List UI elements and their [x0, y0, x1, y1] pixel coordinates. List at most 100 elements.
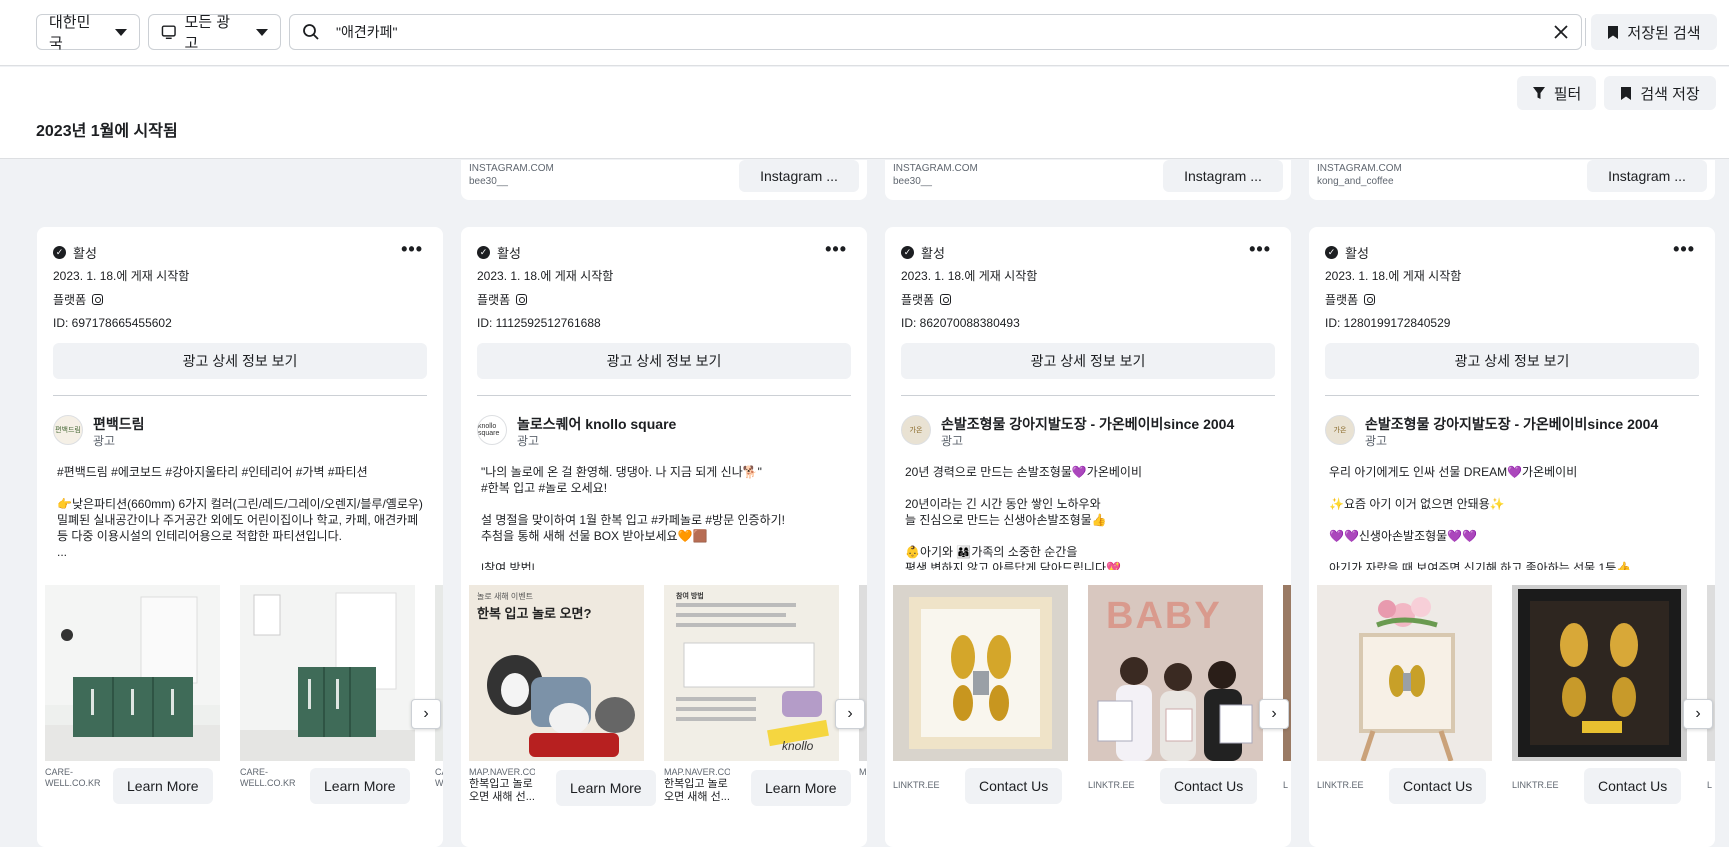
start-date: 2023. 1. 18.에 게재 시작함 — [1325, 269, 1462, 283]
ad-image[interactable] — [893, 585, 1068, 761]
filter-button[interactable]: 필터 — [1517, 76, 1596, 110]
contact-us-button[interactable]: Contact Us — [1160, 768, 1258, 804]
ad-body-text: #편백드림 #에코보드 #강아지울타리 #인테리어 #가벽 #파티션 👉낮은파티… — [57, 465, 423, 559]
saved-searches-label: 저장된 검색 — [1627, 24, 1701, 42]
advertiser-name[interactable]: 손발조형물 강아지발도장 - 가온베이비since 2004 — [1365, 415, 1658, 433]
instagram-icon — [940, 294, 952, 305]
status-label: 활성 — [921, 246, 945, 261]
ad-card: ✓ 활성 ••• 2023. 1. 18.에 게재 시작함 플랫폼 ID: 111… — [461, 227, 867, 847]
chevron-right-icon[interactable]: › — [411, 699, 441, 729]
ad-image[interactable] — [1283, 585, 1291, 761]
prev-card-footer: INSTAGRAM.COM bee30__ Instagram ... — [885, 160, 1291, 200]
link-domain: CARE-WELL.CO.KR — [45, 767, 101, 788]
ad-image[interactable] — [1512, 585, 1687, 761]
link-domain: LINKTR.EE — [1088, 780, 1135, 790]
sponsored-label: 광고 — [941, 434, 964, 448]
divider — [1325, 395, 1699, 396]
instagram-icon — [92, 294, 104, 305]
learn-more-button[interactable]: Learn More — [751, 770, 851, 806]
bookmark-icon — [1621, 86, 1632, 100]
avatar[interactable]: 가온 — [901, 415, 931, 445]
status-label: 활성 — [73, 246, 97, 261]
advertiser-name[interactable]: 손발조형물 강아지발도장 - 가온베이비since 2004 — [941, 415, 1234, 433]
ad-image[interactable]: 놀로 새해 이벤트 한복 입고 놀로 오면? — [469, 585, 644, 761]
learn-more-button[interactable]: Learn More — [310, 768, 410, 804]
start-date: 2023. 1. 18.에 게재 시작함 — [53, 269, 190, 283]
instagram-cta-button[interactable]: Instagram ... — [1587, 160, 1707, 192]
view-details-button[interactable]: 광고 상세 정보 보기 — [901, 343, 1275, 379]
ad-image[interactable] — [45, 585, 220, 761]
search-input[interactable]: "애견카페" — [289, 14, 1582, 50]
ad-image[interactable]: BABY — [1088, 585, 1263, 761]
instagram-cta-button[interactable]: Instagram ... — [739, 160, 859, 192]
platform-label: 플랫폼 — [901, 293, 935, 307]
chevron-right-icon[interactable]: › — [1683, 699, 1713, 729]
ad-id: ID: 862070088380493 — [901, 316, 1020, 330]
link-domain: L — [1707, 780, 1713, 790]
link-domain: LINKTR.EE — [1317, 780, 1364, 790]
ad-body-text: 20년 경력으로 만드는 손발조형물💜가온베이비 20년이라는 긴 시간 동안 … — [905, 465, 1143, 570]
chevron-down-icon — [256, 28, 268, 36]
ad-body-text: "나의 놀로에 온 걸 환영해. 댕댕아. 나 지금 되게 신나🐕" #한복 입… — [481, 465, 785, 570]
link-domain: MAP.NAVER.COM — [664, 767, 730, 777]
contact-us-button[interactable]: Contact Us — [1584, 768, 1682, 804]
ad-type-dropdown[interactable]: 모든 광고 — [148, 14, 281, 52]
status-label: 활성 — [497, 246, 521, 261]
monitor-icon — [161, 25, 176, 40]
country-dropdown[interactable]: 대한민국 — [36, 14, 140, 52]
ad-image[interactable] — [859, 585, 867, 761]
more-icon[interactable]: ••• — [1673, 239, 1695, 260]
chevron-down-icon — [115, 28, 127, 36]
ad-card: ✓ 활성 ••• 2023. 1. 18.에 게재 시작함 플랫폼 ID: 128… — [1309, 227, 1715, 847]
ad-image[interactable] — [240, 585, 415, 761]
avatar[interactable]: knollo square — [477, 415, 507, 445]
close-icon[interactable] — [1553, 24, 1569, 40]
more-icon[interactable]: ••• — [1249, 239, 1271, 260]
sponsored-label: 광고 — [93, 434, 116, 448]
advertiser-name[interactable]: 편백드림 — [93, 415, 145, 433]
saved-searches-button[interactable]: 저장된 검색 — [1591, 14, 1717, 50]
view-details-button[interactable]: 광고 상세 정보 보기 — [1325, 343, 1699, 379]
link-domain: CARE-W — [435, 767, 443, 788]
ad-image[interactable] — [1317, 585, 1492, 761]
link-caption: 한복입고 놀로 오면 새해 선... — [664, 778, 730, 803]
search-icon — [303, 24, 319, 40]
ad-id: ID: 1112592512761688 — [477, 316, 601, 330]
view-details-button[interactable]: 광고 상세 정보 보기 — [477, 343, 851, 379]
search-value[interactable]: "애견카페" — [336, 22, 1553, 42]
more-icon[interactable]: ••• — [825, 239, 847, 260]
more-icon[interactable]: ••• — [401, 239, 423, 260]
chevron-right-icon[interactable]: › — [835, 699, 865, 729]
ad-type-label: 모든 광고 — [184, 14, 231, 52]
avatar-text: 가온 — [909, 427, 923, 434]
ad-image[interactable] — [435, 585, 443, 761]
chevron-right-icon[interactable]: › — [1259, 699, 1289, 729]
avatar[interactable]: 편백드림 — [53, 415, 83, 445]
learn-more-button[interactable]: Learn More — [556, 770, 656, 806]
start-date: 2023. 1. 18.에 게재 시작함 — [477, 269, 614, 283]
instagram-cta-button[interactable]: Instagram ... — [1163, 160, 1283, 192]
bookmark-icon — [1608, 25, 1619, 39]
advertiser-name[interactable]: 놀로스퀘어 knollo square — [517, 415, 676, 433]
ad-image[interactable]: 참여 방법 knollo — [664, 585, 839, 761]
contact-us-button[interactable]: Contact Us — [1389, 768, 1487, 804]
divider — [1585, 18, 1586, 46]
ad-image[interactable] — [1707, 585, 1715, 761]
results-header: 필터 검색 저장 2023년 1월에 시작됨 — [0, 67, 1729, 159]
ad-card: ✓ 활성 ••• 2023. 1. 18.에 게재 시작함 플랫폼 ID: 862… — [885, 227, 1291, 847]
prev-card-footer: INSTAGRAM.COM kong_and_coffee Instagram .… — [1309, 160, 1715, 200]
prev-account: bee30__ — [893, 176, 932, 187]
sponsored-label: 광고 — [1365, 434, 1388, 448]
ad-id: ID: 697178665455602 — [53, 316, 172, 330]
link-domain: M — [859, 767, 867, 777]
check-circle-icon: ✓ — [901, 246, 914, 259]
link-domain: LINKTR.EE — [1512, 780, 1559, 790]
view-details-button[interactable]: 광고 상세 정보 보기 — [53, 343, 427, 379]
contact-us-button[interactable]: Contact Us — [965, 768, 1063, 804]
avatar-text: knollo square — [478, 423, 500, 437]
save-search-button[interactable]: 검색 저장 — [1604, 76, 1716, 110]
avatar[interactable]: 가온 — [1325, 415, 1355, 445]
country-label: 대한민국 — [49, 14, 91, 52]
learn-more-button[interactable]: Learn More — [113, 768, 213, 804]
avatar-text: 가온 — [1333, 427, 1347, 434]
